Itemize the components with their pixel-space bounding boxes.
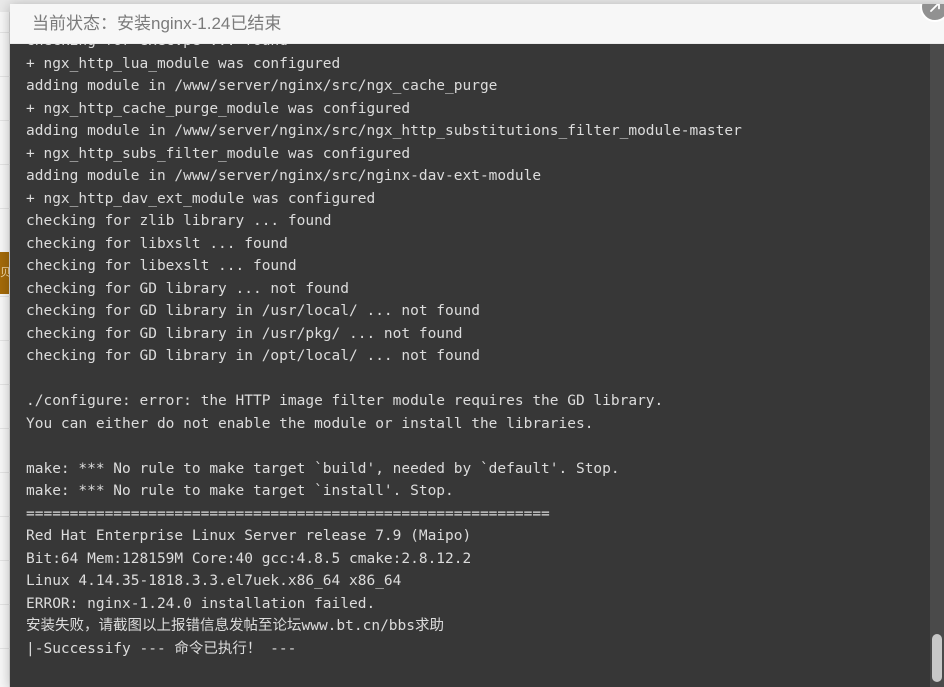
- dialog-header: 当前状态：安装nginx-1.24已结束: [10, 4, 944, 44]
- status-dialog: 当前状态：安装nginx-1.24已结束 checking for execvp…: [10, 4, 944, 687]
- background-row-divider: [0, 472, 10, 473]
- close-arrow-glyph: [930, 4, 940, 12]
- scrollbar-thumb[interactable]: [932, 634, 942, 682]
- background-row-divider: [0, 120, 10, 121]
- terminal-line: + ngx_http_subs_filter_module was config…: [26, 145, 411, 162]
- terminal-line: ERROR: nginx-1.24.0 installation failed.: [26, 595, 376, 612]
- terminal-line: + ngx_http_lua_module was configured: [26, 55, 341, 72]
- terminal-line: ========================================…: [26, 505, 550, 522]
- terminal-line: + ngx_http_cache_purge_module was config…: [26, 100, 411, 117]
- terminal-scrollbar[interactable]: [930, 44, 944, 687]
- terminal-line: make: *** No rule to make target `instal…: [26, 483, 454, 499]
- terminal-line: checking for GD library in /usr/pkg/ ...…: [26, 325, 463, 342]
- terminal-line: adding module in /www/server/nginx/src/n…: [26, 78, 498, 94]
- terminal-line: Red Hat Enterprise Linux Server release …: [26, 528, 472, 544]
- background-row-divider: [0, 384, 10, 385]
- background-row-divider: [0, 428, 10, 429]
- background-row-divider: [0, 648, 10, 649]
- terminal-line: checking for GD library in /usr/local/ .…: [26, 303, 480, 319]
- terminal-line: You can either do not enable the module …: [26, 415, 594, 432]
- background-row-divider: [0, 296, 10, 297]
- terminal-line: adding module in /www/server/nginx/src/n…: [26, 168, 542, 184]
- terminal-line: Linux 4.14.35-1818.3.3.el7uek.x86_64 x86…: [26, 573, 402, 589]
- background-row-divider: [0, 604, 10, 605]
- terminal-line: checking for execvpe ... found: [10, 44, 944, 53]
- terminal-line: adding module in /www/server/nginx/src/n…: [26, 123, 742, 139]
- terminal-line: checking for GD library in /opt/local/ .…: [26, 348, 480, 364]
- terminal-line: make: *** No rule to make target `build'…: [26, 460, 620, 477]
- terminal-line: |-Successify --- 命令已执行！ ---: [26, 640, 297, 657]
- terminal-line: ./configure: error: the HTTP image filte…: [26, 393, 664, 409]
- background-row-divider: [0, 340, 10, 341]
- terminal-line: checking for libexslt ... found: [26, 258, 297, 274]
- close-icon[interactable]: [920, 4, 944, 22]
- background-row-divider: [0, 516, 10, 517]
- background-row-divider: [0, 76, 10, 77]
- background-row-divider: [0, 208, 10, 209]
- screen-root: 贝 当前状态：安装nginx-1.24已结束 checking for exec…: [0, 0, 944, 687]
- terminal-line: 安装失败，请截图以上报错信息发帖至论坛www.bt.cn/bbs求助: [26, 618, 444, 634]
- dialog-title: 当前状态：安装nginx-1.24已结束: [32, 14, 282, 33]
- terminal-output[interactable]: checking for execvpe ... found + ngx_http…: [10, 44, 944, 687]
- terminal-line: Bit:64 Mem:128159M Core:40 gcc:4.8.5 cma…: [26, 550, 472, 567]
- terminal-line: checking for libxslt ... found: [26, 235, 288, 252]
- background-accent-tab-label: 贝: [0, 267, 9, 279]
- background-row-divider: [0, 164, 10, 165]
- terminal-line-list: checking for execvpe ... found + ngx_http…: [10, 44, 944, 660]
- background-row-dividers: [0, 12, 10, 687]
- terminal-line: checking for zlib library ... found: [26, 213, 332, 229]
- background-row-divider: [0, 32, 10, 33]
- background-row-divider: [0, 560, 10, 561]
- terminal-line: checking for GD library ... not found: [26, 280, 350, 297]
- terminal-line: + ngx_http_dav_ext_module was configured: [26, 190, 376, 207]
